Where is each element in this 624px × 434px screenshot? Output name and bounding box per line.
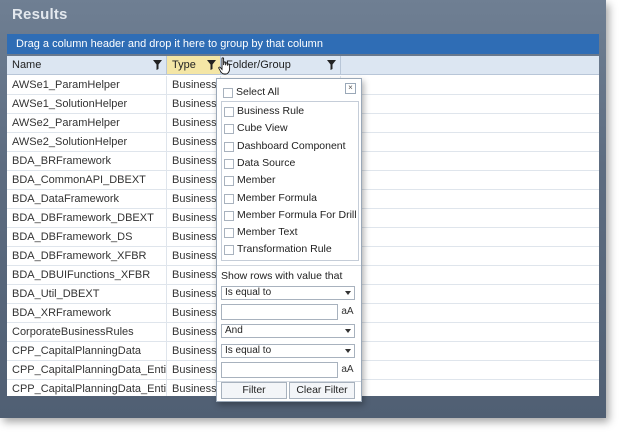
name-cell: BDA_DBUIFunctions_XFBR <box>7 266 167 284</box>
name-cell: BDA_DBFramework_XFBR <box>7 247 167 265</box>
group-by-drop-area[interactable]: Drag a column header and drop it here to… <box>7 34 599 54</box>
type-cell: Business R <box>167 190 221 208</box>
type-cell: Business R <box>167 323 221 341</box>
type-cell: Business R <box>167 361 221 379</box>
panel-title: Results <box>12 6 68 23</box>
checkbox[interactable] <box>224 210 234 221</box>
filter-option-label: Transformation Rule <box>237 243 332 256</box>
filter-option-label: Business Rule <box>237 105 305 117</box>
chevron-down-icon <box>345 349 351 353</box>
name-cell: BDA_XRFramework <box>7 304 167 322</box>
type-cell: Business R <box>167 380 221 396</box>
match-case-toggle-2[interactable]: aA <box>340 362 355 378</box>
checkbox[interactable] <box>224 124 234 135</box>
filter-popup: × Select All Business Rule Cube View Dashb… <box>216 78 362 402</box>
checkbox[interactable] <box>224 158 234 169</box>
checkbox[interactable] <box>224 245 234 256</box>
hand-cursor-icon <box>218 57 231 75</box>
name-cell: CPP_CapitalPlanningData <box>7 342 167 360</box>
type-cell: Business R <box>167 133 221 151</box>
select-all-label: Select All <box>236 86 280 98</box>
type-cell: Business R <box>167 171 221 189</box>
type-cell: Business R <box>167 114 221 132</box>
name-cell: AWSe1_ParamHelper <box>7 76 167 94</box>
filter-option-label: Cube View <box>237 122 288 135</box>
type-cell: Business R <box>167 76 221 94</box>
filter-button[interactable]: Filter <box>221 382 287 399</box>
logic-dropdown-value: And <box>225 325 243 336</box>
filter-icon[interactable] <box>153 60 162 70</box>
column-header-type-label: Type <box>172 59 196 71</box>
checkbox[interactable] <box>224 193 234 204</box>
filter-option-label: Member Formula For Drill D <box>237 208 359 221</box>
column-header-type[interactable]: Type <box>167 56 221 75</box>
column-header-filler <box>341 56 599 75</box>
checkbox[interactable] <box>224 141 234 152</box>
name-cell: AWSe2_SolutionHelper <box>7 133 167 151</box>
filter-value-input-1[interactable] <box>221 304 338 320</box>
name-cell: BDA_CommonAPI_DBEXT <box>7 171 167 189</box>
operator-dropdown-2-value: Is equal to <box>225 345 272 356</box>
column-header-folder-label: Folder/Group <box>226 59 291 71</box>
name-cell: AWSe1_SolutionHelper <box>7 95 167 113</box>
show-rows-label: Show rows with value that <box>221 270 343 282</box>
type-cell: Business R <box>167 228 221 246</box>
type-cell: Business R <box>167 247 221 265</box>
operator-dropdown-2[interactable]: Is equal to <box>221 344 355 358</box>
type-cell: Business R <box>167 285 221 303</box>
name-cell: BDA_Util_DBEXT <box>7 285 167 303</box>
filter-option-label: Dashboard Component <box>237 139 346 152</box>
name-cell: BDA_BRFramework <box>7 152 167 170</box>
name-cell: BDA_DBFramework_DBEXT <box>7 209 167 227</box>
name-cell: CorporateBusinessRules <box>7 323 167 341</box>
close-icon[interactable]: × <box>345 83 356 94</box>
filter-option-label: Member <box>237 174 276 187</box>
checkbox[interactable] <box>224 176 234 187</box>
type-cell: Business R <box>167 152 221 170</box>
name-cell: CPP_CapitalPlanningData_EntityTout <box>7 380 167 396</box>
checkbox[interactable] <box>224 107 234 117</box>
checkbox[interactable] <box>223 88 233 98</box>
filter-value-list[interactable]: Business Rule Cube View Dashboard Componen… <box>221 101 359 261</box>
type-cell: Business R <box>167 209 221 227</box>
logic-dropdown[interactable]: And <box>221 324 355 338</box>
name-cell: BDA_DBFramework_DS <box>7 228 167 246</box>
operator-dropdown-1[interactable]: Is equal to <box>221 286 355 300</box>
filter-icon[interactable] <box>207 60 216 70</box>
column-header-name-label: Name <box>12 59 42 71</box>
type-cell: Business R <box>167 95 221 113</box>
filter-icon[interactable] <box>327 60 336 70</box>
name-cell: BDA_DataFramework <box>7 190 167 208</box>
name-cell: CPP_CapitalPlanningData_EntityTin <box>7 361 167 379</box>
match-case-toggle-1[interactable]: aA <box>340 304 355 320</box>
filter-option-label: Member Formula <box>237 191 317 204</box>
chevron-down-icon <box>345 291 351 295</box>
chevron-down-icon <box>345 329 351 333</box>
type-cell: Business R <box>167 304 221 322</box>
type-cell: Business R <box>167 342 221 360</box>
checkbox[interactable] <box>224 228 234 239</box>
filter-option-label: Member Text <box>237 226 298 239</box>
type-cell: Business R <box>167 266 221 284</box>
column-header-name[interactable]: Name <box>7 56 167 75</box>
column-header-folder[interactable]: Folder/Group <box>221 56 341 75</box>
name-cell: AWSe2_ParamHelper <box>7 114 167 132</box>
clear-filter-button[interactable]: Clear Filter <box>289 382 355 399</box>
filter-option-label: Data Source <box>237 156 296 169</box>
operator-dropdown-1-value: Is equal to <box>225 287 272 298</box>
filter-value-input-2[interactable] <box>221 362 338 378</box>
